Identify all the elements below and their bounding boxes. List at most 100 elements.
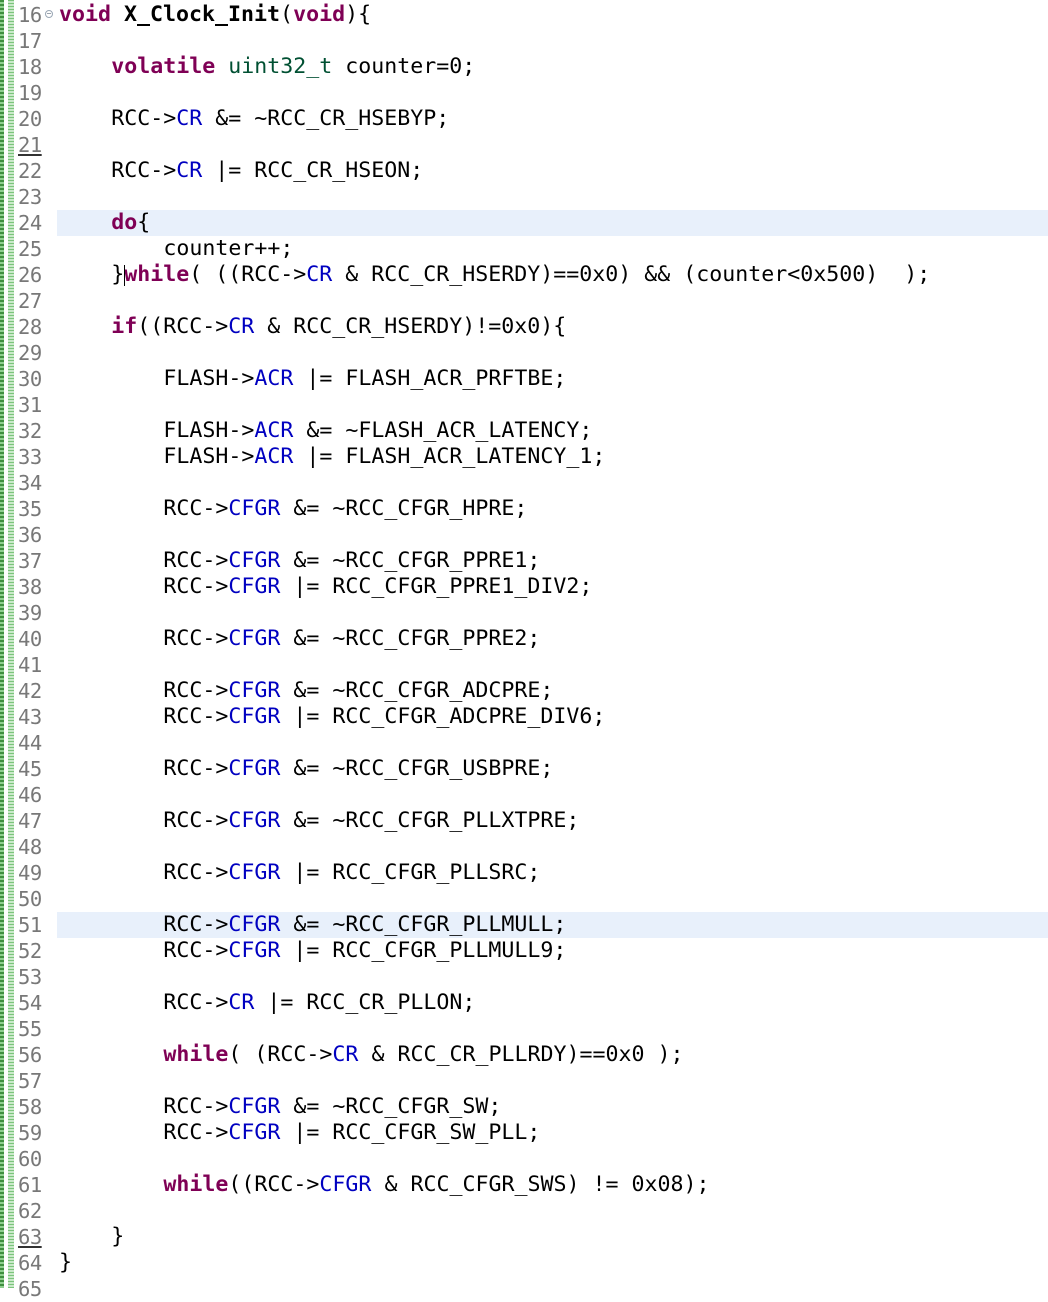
- code-line[interactable]: 22 RCC->CR |= RCC_CR_HSEON;: [0, 158, 1048, 184]
- code-line[interactable]: 34: [0, 470, 1048, 496]
- code-line[interactable]: 29: [0, 340, 1048, 366]
- code-line[interactable]: 62: [0, 1198, 1048, 1224]
- code-line[interactable]: 61 while((RCC->CFGR & RCC_CFGR_SWS) != 0x…: [0, 1172, 1048, 1198]
- code-line[interactable]: 65: [0, 1276, 1048, 1302]
- code-text-area[interactable]: RCC->CR |= RCC_CR_HSEON;: [57, 158, 1048, 184]
- code-text-area[interactable]: RCC->CR |= RCC_CR_PLLON;: [57, 990, 1048, 1016]
- code-line[interactable]: 50: [0, 886, 1048, 912]
- code-text-area[interactable]: [57, 184, 1048, 210]
- code-line[interactable]: 38 RCC->CFGR |= RCC_CFGR_PPRE1_DIV2;: [0, 574, 1048, 600]
- code-text-area[interactable]: RCC->CFGR |= RCC_CFGR_ADCPRE_DIV6;: [57, 704, 1048, 730]
- code-text-area[interactable]: [57, 964, 1048, 990]
- code-line[interactable]: 64}: [0, 1250, 1048, 1276]
- code-text-area[interactable]: counter++;: [57, 236, 1048, 262]
- code-line[interactable]: 18 volatile uint32_t counter=0;: [0, 54, 1048, 80]
- code-text-area[interactable]: [57, 28, 1048, 54]
- code-line[interactable]: 16− void X_Clock_Init(void){: [0, 2, 1048, 28]
- code-text-area[interactable]: RCC->CFGR &= ~RCC_CFGR_USBPRE;: [57, 756, 1048, 782]
- code-line[interactable]: 47 RCC->CFGR &= ~RCC_CFGR_PLLXTPRE;: [0, 808, 1048, 834]
- code-text-area[interactable]: [57, 80, 1048, 106]
- code-line[interactable]: 54 RCC->CR |= RCC_CR_PLLON;: [0, 990, 1048, 1016]
- code-text-area[interactable]: do{: [57, 210, 1048, 236]
- code-text-area[interactable]: [57, 470, 1048, 496]
- code-line[interactable]: 58 RCC->CFGR &= ~RCC_CFGR_SW;: [0, 1094, 1048, 1120]
- collapse-fold-icon[interactable]: −: [45, 10, 53, 18]
- code-line[interactable]: 20 RCC->CR &= ~RCC_CR_HSEBYP;: [0, 106, 1048, 132]
- code-text-area[interactable]: [57, 392, 1048, 418]
- code-text-area[interactable]: [57, 782, 1048, 808]
- code-text-area[interactable]: RCC->CFGR &= ~RCC_CFGR_PLLXTPRE;: [57, 808, 1048, 834]
- code-text-area[interactable]: [57, 834, 1048, 860]
- code-line[interactable]: 56 while( (RCC->CR & RCC_CR_PLLRDY)==0x0 …: [0, 1042, 1048, 1068]
- code-line[interactable]: 33 FLASH->ACR |= FLASH_ACR_LATENCY_1;: [0, 444, 1048, 470]
- code-editor[interactable]: 16− void X_Clock_Init(void){17 18 volatile …: [0, 0, 1048, 1301]
- code-text-area[interactable]: if((RCC->CR & RCC_CR_HSERDY)!=0x0){: [57, 314, 1048, 340]
- code-text-area[interactable]: RCC->CFGR |= RCC_CFGR_PLLMULL9;: [57, 938, 1048, 964]
- code-text-area[interactable]: [57, 522, 1048, 548]
- code-text-area[interactable]: RCC->CFGR |= RCC_CFGR_SW_PLL;: [57, 1120, 1048, 1146]
- code-line[interactable]: 35 RCC->CFGR &= ~RCC_CFGR_HPRE;: [0, 496, 1048, 522]
- code-line[interactable]: 23: [0, 184, 1048, 210]
- code-line[interactable]: 45 RCC->CFGR &= ~RCC_CFGR_USBPRE;: [0, 756, 1048, 782]
- code-text-area[interactable]: }: [57, 1224, 1048, 1250]
- code-line[interactable]: 26}while( ((RCC->CR & RCC_CR_HSERDY)==0x…: [0, 262, 1048, 288]
- code-line[interactable]: 32 FLASH->ACR &= ~FLASH_ACR_LATENCY;: [0, 418, 1048, 444]
- code-text-area[interactable]: FLASH->ACR |= FLASH_ACR_PRFTBE;: [57, 366, 1048, 392]
- code-text-area[interactable]: FLASH->ACR &= ~FLASH_ACR_LATENCY;: [57, 418, 1048, 444]
- code-text-area[interactable]: [57, 652, 1048, 678]
- code-line[interactable]: 37 RCC->CFGR &= ~RCC_CFGR_PPRE1;: [0, 548, 1048, 574]
- code-line[interactable]: 42 RCC->CFGR &= ~RCC_CFGR_ADCPRE;: [0, 678, 1048, 704]
- code-line[interactable]: 43 RCC->CFGR |= RCC_CFGR_ADCPRE_DIV6;: [0, 704, 1048, 730]
- code-text-area[interactable]: RCC->CFGR &= ~RCC_CFGR_PPRE2;: [57, 626, 1048, 652]
- code-text-area[interactable]: while((RCC->CFGR & RCC_CFGR_SWS) != 0x08…: [57, 1172, 1048, 1198]
- code-text-area[interactable]: RCC->CFGR |= RCC_CFGR_PPRE1_DIV2;: [57, 574, 1048, 600]
- code-line[interactable]: 48: [0, 834, 1048, 860]
- code-line[interactable]: 31: [0, 392, 1048, 418]
- code-text-area[interactable]: [57, 1198, 1048, 1224]
- code-line[interactable]: 41: [0, 652, 1048, 678]
- code-text-area[interactable]: void X_Clock_Init(void){: [57, 2, 1048, 28]
- code-line[interactable]: 55: [0, 1016, 1048, 1042]
- code-line[interactable]: 60: [0, 1146, 1048, 1172]
- code-text-area[interactable]: [57, 600, 1048, 626]
- code-line[interactable]: 59 RCC->CFGR |= RCC_CFGR_SW_PLL;: [0, 1120, 1048, 1146]
- code-line[interactable]: 19: [0, 80, 1048, 106]
- code-line[interactable]: 44: [0, 730, 1048, 756]
- code-line[interactable]: 30 FLASH->ACR |= FLASH_ACR_PRFTBE;: [0, 366, 1048, 392]
- code-text-area[interactable]: [57, 132, 1048, 158]
- code-text-area[interactable]: [57, 886, 1048, 912]
- code-line[interactable]: 36: [0, 522, 1048, 548]
- code-line[interactable]: 39: [0, 600, 1048, 626]
- code-text-area[interactable]: volatile uint32_t counter=0;: [57, 54, 1048, 80]
- code-text-area[interactable]: RCC->CFGR &= ~RCC_CFGR_SW;: [57, 1094, 1048, 1120]
- code-line[interactable]: 46: [0, 782, 1048, 808]
- code-line[interactable]: 21: [0, 132, 1048, 158]
- code-line[interactable]: 40 RCC->CFGR &= ~RCC_CFGR_PPRE2;: [0, 626, 1048, 652]
- code-line[interactable]: 49 RCC->CFGR |= RCC_CFGR_PLLSRC;: [0, 860, 1048, 886]
- code-text-area[interactable]: RCC->CR &= ~RCC_CR_HSEBYP;: [57, 106, 1048, 132]
- code-line[interactable]: 17: [0, 28, 1048, 54]
- code-line[interactable]: 28 if((RCC->CR & RCC_CR_HSERDY)!=0x0){: [0, 314, 1048, 340]
- code-text-area[interactable]: FLASH->ACR |= FLASH_ACR_LATENCY_1;: [57, 444, 1048, 470]
- code-text-area[interactable]: }while( ((RCC->CR & RCC_CR_HSERDY)==0x0)…: [57, 262, 1048, 288]
- code-text-area[interactable]: RCC->CFGR &= ~RCC_CFGR_ADCPRE;: [57, 678, 1048, 704]
- code-text-area[interactable]: }: [57, 1250, 1048, 1276]
- code-text-area[interactable]: [57, 1276, 1048, 1302]
- code-line[interactable]: 57: [0, 1068, 1048, 1094]
- code-text-area[interactable]: RCC->CFGR &= ~RCC_CFGR_HPRE;: [57, 496, 1048, 522]
- code-line[interactable]: 27: [0, 288, 1048, 314]
- code-line[interactable]: 53: [0, 964, 1048, 990]
- code-line[interactable]: 52 RCC->CFGR |= RCC_CFGR_PLLMULL9;: [0, 938, 1048, 964]
- code-line[interactable]: 63}: [0, 1224, 1048, 1250]
- code-line[interactable]: 24 do{: [0, 210, 1048, 236]
- code-line[interactable]: 25 counter++;: [0, 236, 1048, 262]
- code-text-area[interactable]: RCC->CFGR |= RCC_CFGR_PLLSRC;: [57, 860, 1048, 886]
- code-text-area[interactable]: [57, 730, 1048, 756]
- code-text-area[interactable]: [57, 1068, 1048, 1094]
- code-text-area[interactable]: while( (RCC->CR & RCC_CR_PLLRDY)==0x0 );: [57, 1042, 1048, 1068]
- code-text-area[interactable]: RCC->CFGR &= ~RCC_CFGR_PLLMULL;: [57, 912, 1048, 938]
- code-text-area[interactable]: [57, 1016, 1048, 1042]
- code-text-area[interactable]: [57, 1146, 1048, 1172]
- code-text-area[interactable]: RCC->CFGR &= ~RCC_CFGR_PPRE1;: [57, 548, 1048, 574]
- code-text-area[interactable]: [57, 288, 1048, 314]
